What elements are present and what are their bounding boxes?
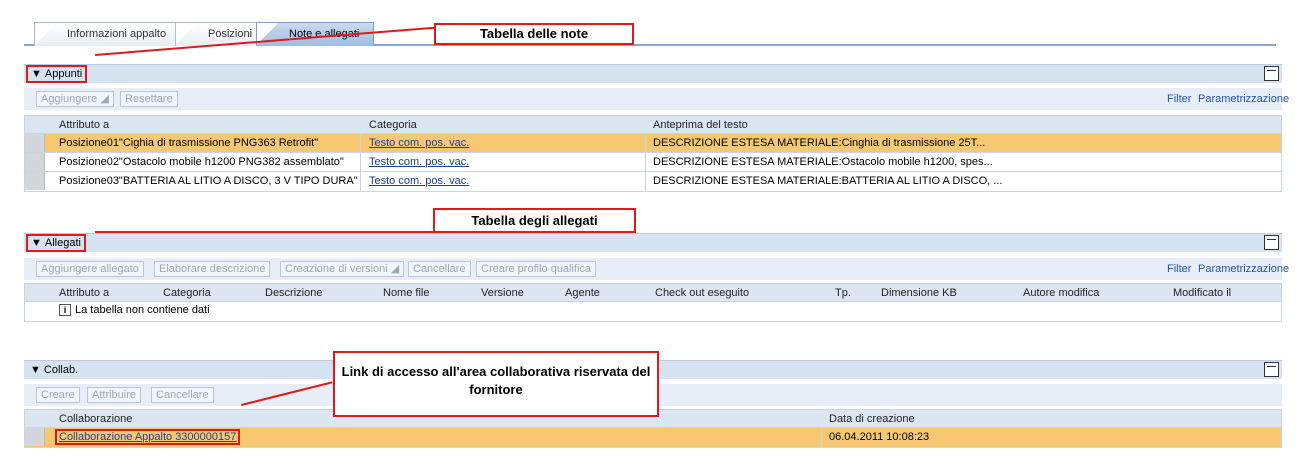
- preview-cell: DESCRIZIONE ESTESA MATERIALE:Cinghia di …: [653, 137, 986, 149]
- collab-toggle[interactable]: ▼ Collab.: [30, 364, 78, 376]
- table-row[interactable]: Posizione02"Ostacolo mobile h1200 PNG382…: [25, 153, 1281, 172]
- tab-label: Informazioni appalto: [67, 28, 167, 40]
- resize-icon: ◢: [100, 93, 109, 105]
- column-header: Categoria: [163, 287, 211, 299]
- column-divider: [360, 134, 361, 152]
- attribute-cell: Posizione02"Ostacolo mobile h1200 PNG382…: [59, 156, 344, 168]
- column-header: Modificato il: [1173, 287, 1232, 299]
- column-header: Nome file: [383, 287, 430, 299]
- preview-cell: DESCRIZIONE ESTESA MATERIALE:Ostacolo mo…: [653, 156, 993, 168]
- tab-strip: Informazioni appalto Posizioni Note e al…: [24, 20, 1276, 46]
- category-link[interactable]: Testo com. pos. vac.: [369, 175, 469, 187]
- button-label: Resettare: [125, 93, 173, 105]
- column-header: Autore modifica: [1023, 287, 1100, 299]
- empty-message: i La tabella non contiene dati: [59, 304, 210, 316]
- notes-table: Attributo a Categoria Anteprima del test…: [24, 115, 1282, 192]
- delete-button[interactable]: Cancellare: [408, 261, 471, 277]
- column-header: Categoria: [369, 119, 417, 131]
- collapse-icon[interactable]: [1264, 66, 1279, 81]
- empty-text: La tabella non contiene dati: [75, 304, 210, 316]
- allegati-header: ▼ Allegati: [24, 233, 1282, 252]
- column-header: Attributo a: [59, 287, 110, 299]
- versions-button[interactable]: Creazione di versioni ◢: [280, 261, 405, 277]
- info-icon: i: [59, 304, 71, 316]
- column-header: Descrizione: [265, 287, 323, 299]
- edit-description-button[interactable]: Elaborare descrizione: [154, 261, 271, 277]
- column-header: Anteprima del testo: [653, 119, 748, 131]
- category-link[interactable]: Testo com. pos. vac.: [369, 137, 469, 149]
- assign-button[interactable]: Attribuire: [87, 387, 142, 403]
- settings-link[interactable]: Parametrizzazione: [1198, 263, 1289, 275]
- triangle-down-icon: ▼: [31, 68, 42, 80]
- collapse-icon[interactable]: [1264, 362, 1279, 377]
- add-attachment-button[interactable]: Aggiungere allegato: [36, 261, 144, 277]
- creation-date-cell: 06.04.2011 10:08:23: [829, 431, 930, 443]
- allegati-toggle[interactable]: ▼ Allegati: [26, 234, 86, 252]
- attachments-table: Attributo a Categoria Descrizione Nome f…: [24, 283, 1282, 322]
- row-selector[interactable]: [25, 134, 45, 152]
- column-header: Data di creazione: [829, 413, 915, 425]
- row-selector[interactable]: [25, 153, 45, 171]
- section-title: Collab.: [43, 364, 79, 376]
- column-divider: [645, 134, 646, 152]
- section-title: Allegati: [44, 237, 81, 249]
- tab-label: Posizioni: [208, 28, 253, 40]
- settings-link[interactable]: Parametrizzazione: [1198, 93, 1289, 105]
- column-header: Check out eseguito: [655, 287, 750, 299]
- button-label: Creazione di versioni: [285, 263, 388, 275]
- column-divider: [645, 172, 646, 191]
- attribute-cell: Posizione01"Cighia di trasmissione PNG36…: [59, 137, 319, 149]
- table-header: Attributo a Categoria Descrizione Nome f…: [25, 284, 1281, 302]
- column-header: Attributo a: [59, 119, 110, 131]
- collapse-icon[interactable]: [1264, 235, 1279, 250]
- table-row[interactable]: Collaborazione Appalto 3300000157 06.04.…: [25, 428, 1281, 447]
- preview-cell: DESCRIZIONE ESTESA MATERIALE:BATTERIA AL…: [653, 175, 1003, 187]
- collaboration-link[interactable]: Collaborazione Appalto 3300000157: [55, 429, 241, 445]
- appunti-toggle[interactable]: ▼ Appunti: [26, 65, 88, 83]
- appunti-toolbar: Aggiungere ◢ Resettare Filter Parametriz…: [24, 88, 1289, 110]
- column-header: Dimensione KB: [881, 287, 957, 299]
- row-selector[interactable]: [25, 428, 45, 446]
- add-button[interactable]: Aggiungere ◢: [36, 91, 114, 107]
- filter-link[interactable]: Filter: [1167, 93, 1191, 105]
- appunti-header: ▼ Appunti: [24, 64, 1282, 83]
- column-divider: [645, 153, 646, 171]
- attribute-cell: Posizione03"BATTERIA AL LITIO A DISCO, 3…: [59, 175, 358, 187]
- table-row[interactable]: Posizione03"BATTERIA AL LITIO A DISCO, 3…: [25, 172, 1281, 191]
- table-header: Attributo a Categoria Anteprima del test…: [25, 116, 1281, 134]
- allegati-toolbar: Aggiungere allegato Elaborare descrizion…: [24, 258, 1289, 280]
- callout-collab: Link di accesso all'area collaborativa r…: [333, 351, 659, 417]
- column-header: Versione: [481, 287, 524, 299]
- tab-informazioni-appalto[interactable]: Informazioni appalto: [34, 22, 182, 46]
- row-selector[interactable]: [25, 172, 45, 190]
- column-divider: [821, 428, 822, 447]
- delete-button[interactable]: Cancellare: [151, 387, 214, 403]
- callout-notes: Tabella delle note: [434, 23, 634, 45]
- column-header: Tp.: [835, 287, 851, 299]
- filter-link[interactable]: Filter: [1167, 263, 1191, 275]
- triangle-down-icon: ▼: [30, 364, 41, 376]
- column-divider: [360, 153, 361, 171]
- create-button[interactable]: Creare: [36, 387, 80, 403]
- empty-row: i La tabella non contiene dati: [25, 302, 1281, 321]
- column-header: Agente: [565, 287, 600, 299]
- category-link[interactable]: Testo com. pos. vac.: [369, 156, 469, 168]
- column-divider: [360, 172, 361, 191]
- reset-button[interactable]: Resettare: [120, 91, 178, 107]
- section-title: Appunti: [44, 68, 83, 80]
- resize-icon: ◢: [390, 263, 400, 275]
- triangle-down-icon: ▼: [31, 237, 42, 249]
- table-row[interactable]: Posizione01"Cighia di trasmissione PNG36…: [25, 134, 1281, 153]
- callout-attachments: Tabella degli allegati: [433, 208, 636, 233]
- column-header: Collaborazione: [59, 413, 133, 425]
- create-qualification-profile-button[interactable]: Creare profilo qualifica: [476, 261, 597, 277]
- button-label: Aggiungere: [41, 93, 98, 105]
